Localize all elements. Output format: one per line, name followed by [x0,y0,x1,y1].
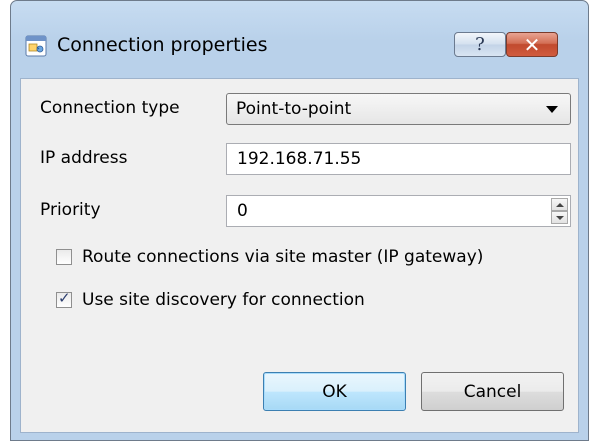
route-via-master-label: Route connections via site master (IP ga… [82,247,484,267]
connection-properties-dialog: Connection properties ? ✕ Connection typ… [10,0,589,441]
route-via-master-option[interactable]: Route connections via site master (IP ga… [56,246,483,268]
ok-button-label: OK [322,381,347,402]
question-mark-icon: ? [475,34,485,55]
cancel-button-label: Cancel [463,381,522,402]
dropdown-arrow-icon [546,106,558,113]
ok-button[interactable]: OK [263,372,406,411]
close-button[interactable]: ✕ [506,32,558,57]
dialog-title: Connection properties [57,34,268,56]
close-icon: ✕ [523,32,541,57]
priority-field-box [226,195,571,227]
title-bar[interactable]: Connection properties ? ✕ [11,1,588,57]
site-discovery-option[interactable]: ✓ Use site discovery for connection [56,289,365,311]
connection-type-dropdown[interactable]: Point-to-point [226,93,571,125]
ip-address-field-box [226,143,571,175]
priority-spinner [551,198,568,224]
cancel-button[interactable]: Cancel [421,372,564,411]
dialog-content: Connection type Point-to-point IP addres… [20,78,579,433]
route-via-master-checkbox[interactable] [56,249,72,265]
site-discovery-label: Use site discovery for connection [82,290,365,310]
checkmark-icon: ✓ [58,289,71,307]
site-discovery-checkbox[interactable]: ✓ [56,289,72,308]
ip-address-input[interactable] [227,144,570,174]
priority-input[interactable] [227,196,570,226]
ip-address-label: IP address [40,148,128,168]
spin-down-button[interactable] [551,211,568,224]
spin-up-button[interactable] [551,198,568,211]
spin-up-icon [555,202,564,207]
spin-down-icon [555,215,564,220]
help-button[interactable]: ? [454,32,506,57]
connection-properties-icon [25,35,47,57]
priority-label: Priority [40,200,101,220]
connection-type-label: Connection type [40,98,180,118]
connection-type-value: Point-to-point [236,99,352,119]
desktop-background [0,0,8,443]
